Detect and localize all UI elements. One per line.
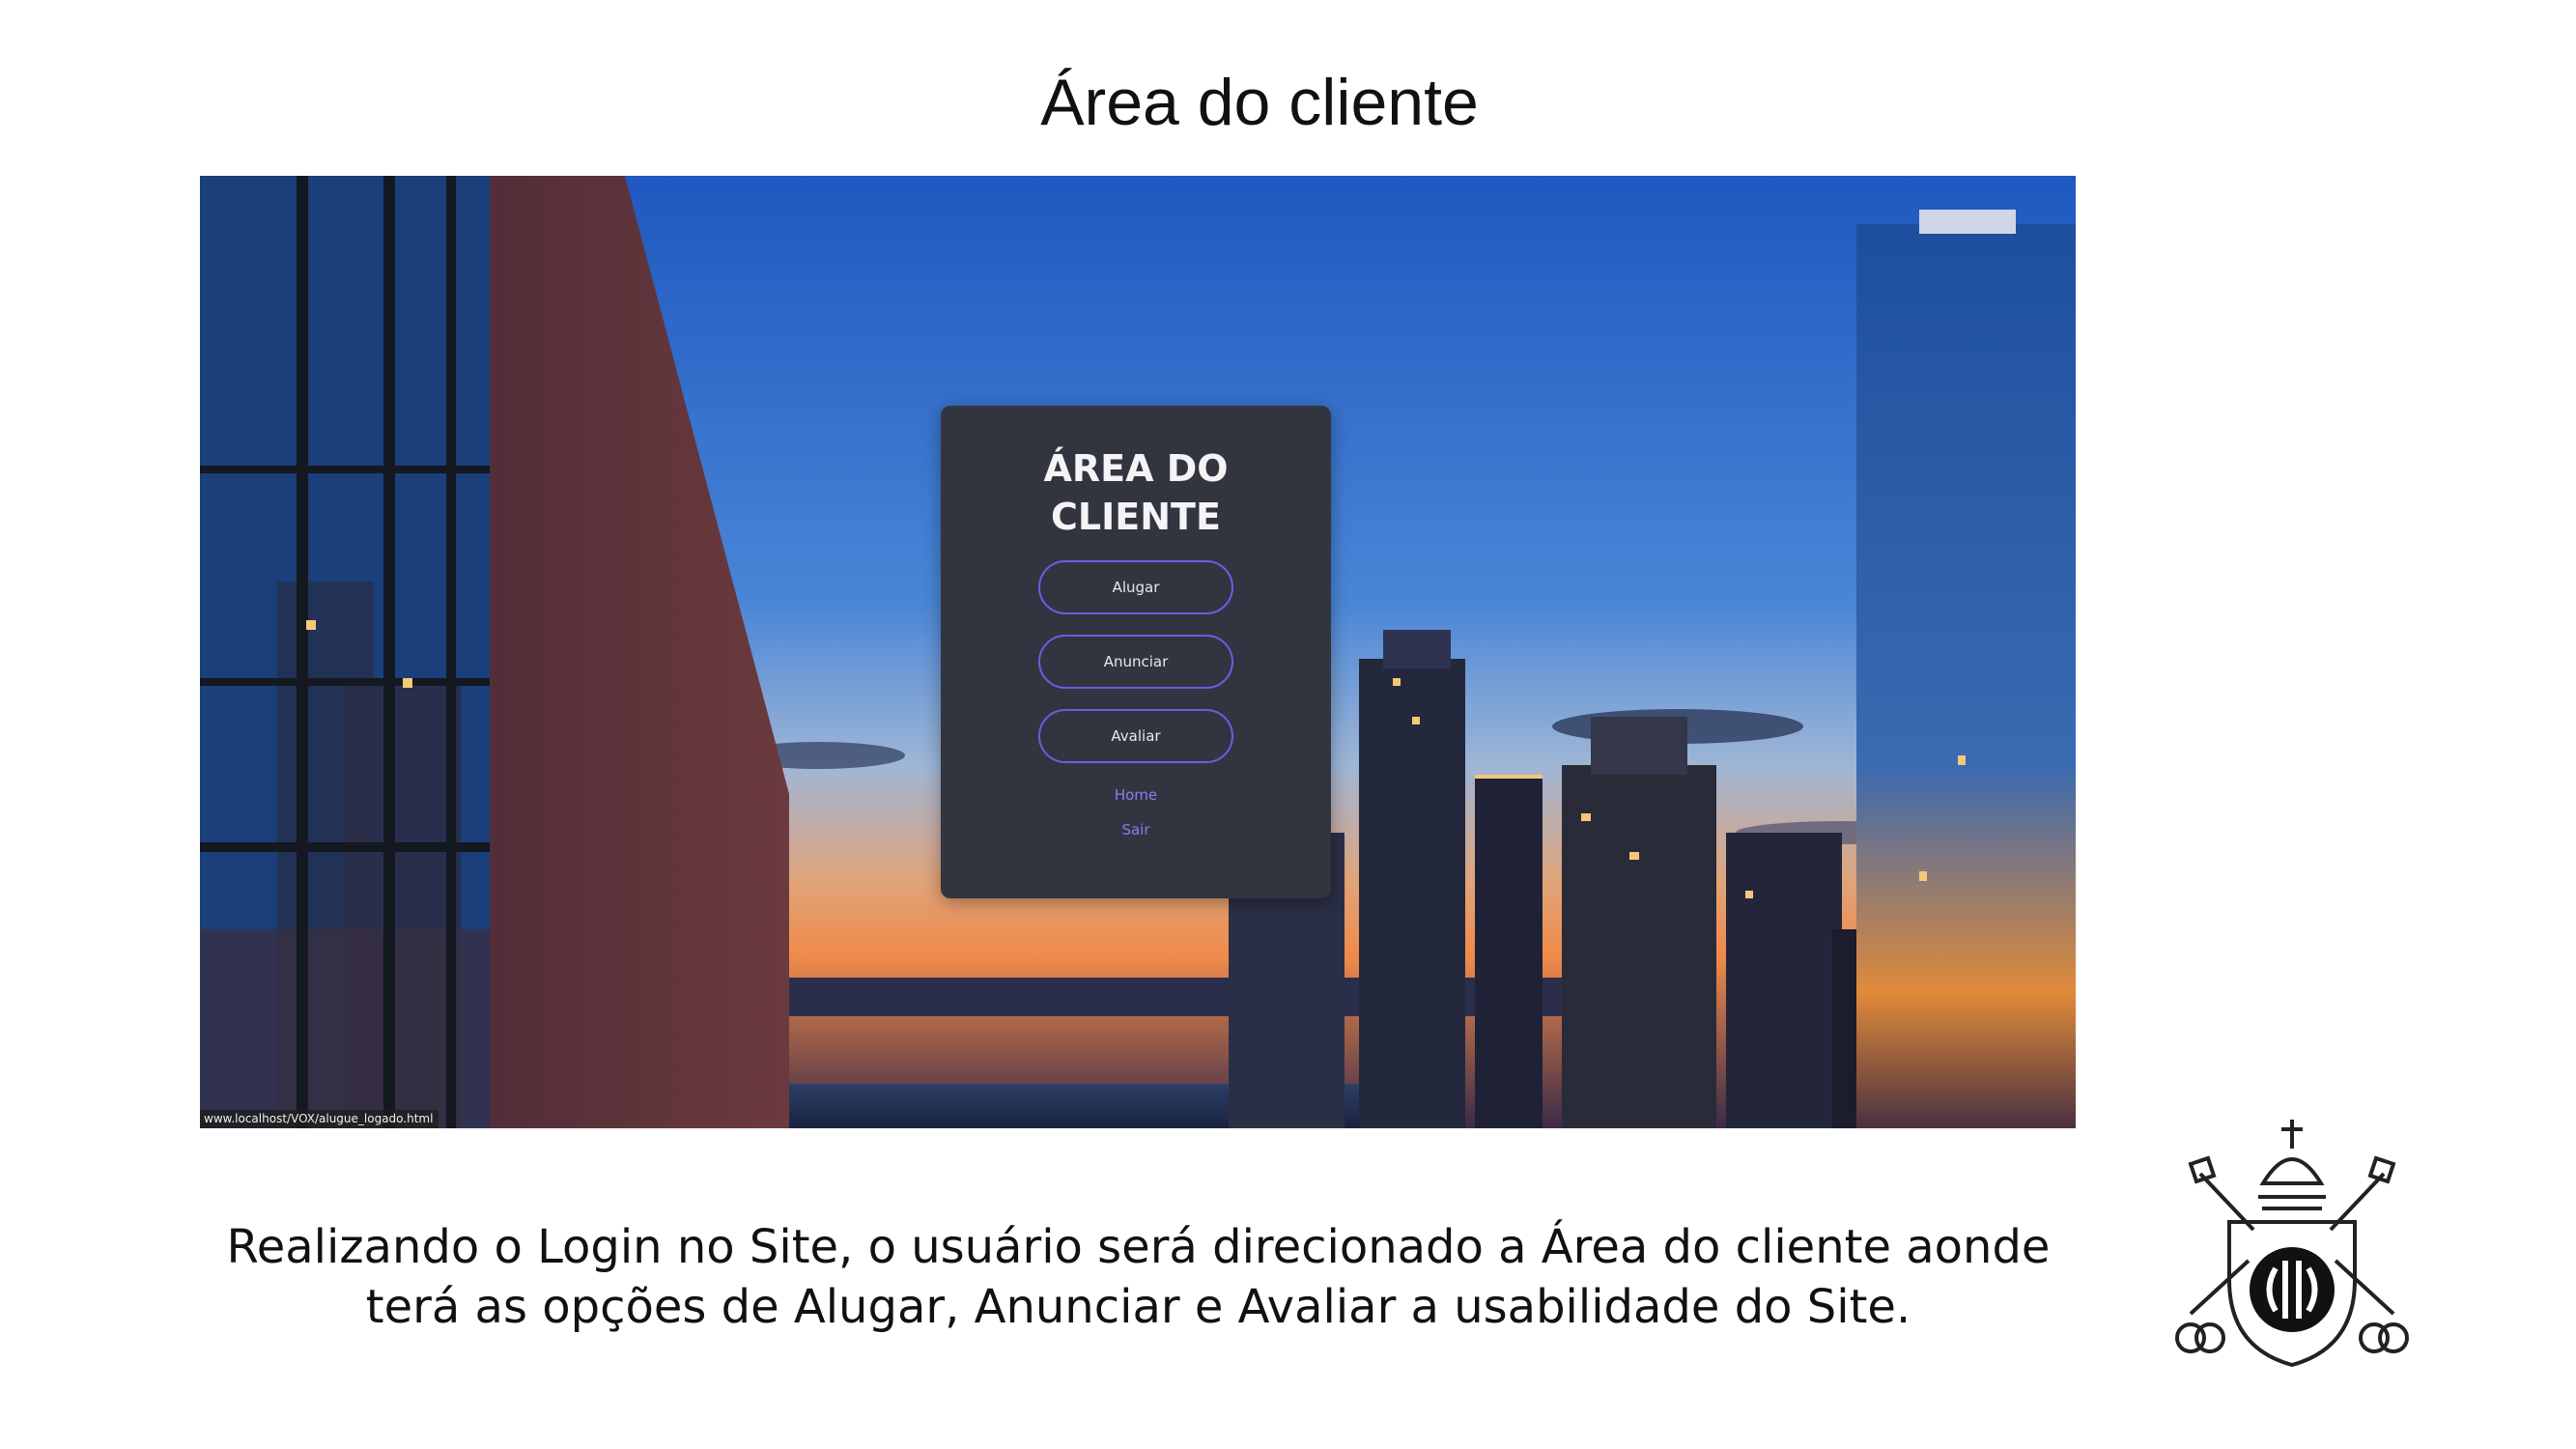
- status-bar-url: www.localhost/VOX/alugue_logado.html: [200, 1110, 439, 1128]
- advertise-button[interactable]: Anunciar: [1038, 635, 1233, 689]
- card-title: ÁREA DO CLIENTE: [1043, 447, 1229, 538]
- slide-caption: Realizando o Login no Site, o usuário se…: [226, 1220, 2051, 1334]
- rent-button[interactable]: Alugar: [1038, 560, 1233, 614]
- home-link[interactable]: Home: [1115, 786, 1157, 804]
- slide-title: Área do cliente: [1040, 66, 1479, 139]
- university-crest-icon: [2175, 1120, 2409, 1368]
- website-screenshot: ÁREA DO CLIENTE Alugar Anunciar Avaliar …: [200, 176, 2076, 1128]
- logout-link[interactable]: Sair: [1121, 821, 1149, 838]
- client-area-card: ÁREA DO CLIENTE Alugar Anunciar Avaliar …: [941, 406, 1331, 898]
- evaluate-button[interactable]: Avaliar: [1038, 709, 1233, 763]
